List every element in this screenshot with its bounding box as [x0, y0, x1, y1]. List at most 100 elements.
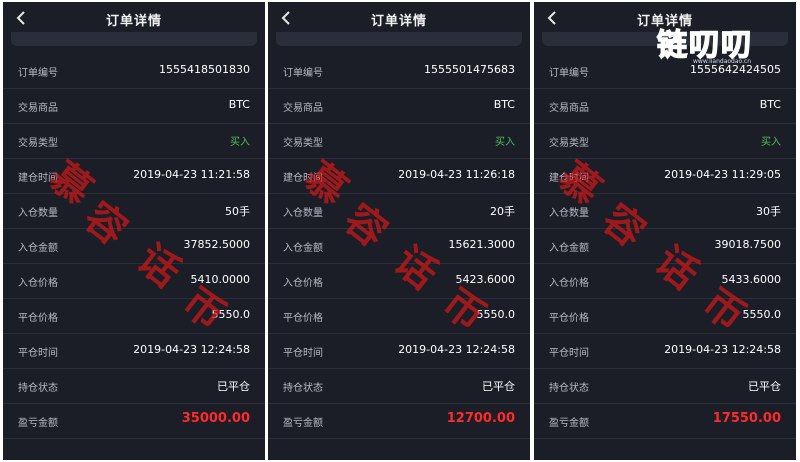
row-pnl: 盈亏金额 35000.00 [3, 404, 265, 439]
value-order-no: 1555642424505 [690, 63, 781, 76]
label-type: 交易类型 [549, 138, 589, 149]
row-type: 交易类型 买入 [534, 124, 796, 159]
row-open-qty: 入仓数量 50手 [3, 194, 265, 229]
value-open-price: 5410.0000 [190, 273, 251, 286]
order-detail-panel-3: 订单详情 订单编号 1555642424505 交易商品 BTC 交易类型 买入 建仓… [534, 2, 796, 460]
label-status: 持仓状态 [283, 383, 323, 394]
label-order-no: 订单编号 [283, 68, 323, 79]
value-close-time: 2019-04-23 12:24:58 [398, 343, 515, 356]
header-band [276, 32, 522, 46]
row-product: 交易商品 BTC [534, 89, 796, 124]
label-pnl: 盈亏金额 [283, 418, 323, 429]
order-detail-panel-2: 订单详情 订单编号 1555501475683 交易商品 BTC 交易类型 买入 建仓… [268, 2, 530, 460]
value-open-qty: 30手 [756, 205, 781, 218]
row-pnl: 盈亏金额 12700.00 [268, 404, 530, 439]
value-product: BTC [759, 98, 781, 111]
label-open-qty: 入仓数量 [549, 208, 589, 219]
header-band [11, 32, 257, 46]
value-open-qty: 20手 [490, 205, 515, 218]
row-order-no: 订单编号 1555501475683 [268, 54, 530, 89]
value-status: 已平仓 [482, 380, 515, 393]
value-close-price: 5550.0 [742, 308, 782, 321]
label-order-no: 订单编号 [18, 68, 58, 79]
detail-list: 订单编号 1555418501830 交易商品 BTC 交易类型 买入 建仓时间 201… [3, 54, 265, 439]
value-open-amount: 15621.3000 [448, 238, 515, 251]
value-open-time: 2019-04-23 11:21:58 [133, 168, 250, 181]
label-close-time: 平仓时间 [283, 348, 323, 359]
label-close-price: 平仓价格 [18, 313, 58, 324]
label-open-price: 入仓价格 [283, 278, 323, 289]
row-close-time: 平仓时间 2019-04-23 12:24:58 [3, 334, 265, 369]
row-order-no: 订单编号 1555642424505 [534, 54, 796, 89]
label-open-time: 建仓时间 [18, 173, 58, 184]
row-open-qty: 入仓数量 30手 [534, 194, 796, 229]
label-status: 持仓状态 [18, 383, 58, 394]
value-open-price: 5423.6000 [455, 273, 516, 286]
row-status: 持仓状态 已平仓 [268, 369, 530, 404]
row-open-price: 入仓价格 5410.0000 [3, 264, 265, 299]
label-type: 交易类型 [18, 138, 58, 149]
detail-list: 订单编号 1555501475683 交易商品 BTC 交易类型 买入 建仓时间 201… [268, 54, 530, 439]
row-close-price: 平仓价格 5550.0 [3, 299, 265, 334]
row-type: 交易类型 买入 [268, 124, 530, 159]
value-open-amount: 37852.5000 [183, 238, 250, 251]
detail-list: 订单编号 1555642424505 交易商品 BTC 交易类型 买入 建仓时间 201… [534, 54, 796, 439]
row-close-price: 平仓价格 5550.0 [268, 299, 530, 334]
value-open-time: 2019-04-23 11:26:18 [398, 168, 515, 181]
row-open-time: 建仓时间 2019-04-23 11:26:18 [268, 159, 530, 194]
row-close-time: 平仓时间 2019-04-23 12:24:58 [268, 334, 530, 369]
label-product: 交易商品 [18, 103, 58, 114]
value-status: 已平仓 [748, 380, 781, 393]
row-close-price: 平仓价格 5550.0 [534, 299, 796, 334]
label-type: 交易类型 [283, 138, 323, 149]
label-product: 交易商品 [283, 103, 323, 114]
row-order-no: 订单编号 1555418501830 [3, 54, 265, 89]
page-title: 订单详情 [636, 14, 693, 29]
row-open-amount: 入仓金额 37852.5000 [3, 229, 265, 264]
label-close-time: 平仓时间 [18, 348, 58, 359]
value-open-time: 2019-04-23 11:29:05 [664, 168, 781, 181]
row-status: 持仓状态 已平仓 [534, 369, 796, 404]
row-open-time: 建仓时间 2019-04-23 11:21:58 [3, 159, 265, 194]
label-open-price: 入仓价格 [18, 278, 58, 289]
row-open-amount: 入仓金额 15621.3000 [268, 229, 530, 264]
label-order-no: 订单编号 [549, 68, 589, 79]
value-pnl: 35000.00 [181, 411, 250, 426]
label-open-time: 建仓时间 [549, 173, 589, 184]
value-type: 买入 [495, 137, 515, 148]
row-pnl: 盈亏金额 17550.00 [534, 404, 796, 439]
row-open-price: 入仓价格 5433.6000 [534, 264, 796, 299]
label-pnl: 盈亏金额 [549, 418, 589, 429]
value-product: BTC [493, 98, 515, 111]
label-status: 持仓状态 [549, 383, 589, 394]
value-open-price: 5433.6000 [721, 273, 782, 286]
label-close-time: 平仓时间 [549, 348, 589, 359]
label-pnl: 盈亏金额 [18, 418, 58, 429]
row-open-time: 建仓时间 2019-04-23 11:29:05 [534, 159, 796, 194]
value-order-no: 1555418501830 [159, 63, 250, 76]
value-status: 已平仓 [217, 380, 250, 393]
value-open-amount: 39018.7500 [714, 238, 781, 251]
value-product: BTC [228, 98, 250, 111]
row-open-amount: 入仓金额 39018.7500 [534, 229, 796, 264]
value-order-no: 1555501475683 [424, 63, 515, 76]
header-band [542, 32, 788, 46]
value-type: 买入 [761, 137, 781, 148]
label-open-qty: 入仓数量 [18, 208, 58, 219]
label-open-qty: 入仓数量 [283, 208, 323, 219]
value-close-time: 2019-04-23 12:24:58 [133, 343, 250, 356]
label-open-amount: 入仓金额 [18, 243, 58, 254]
page-title: 订单详情 [370, 14, 427, 29]
row-product: 交易商品 BTC [268, 89, 530, 124]
value-pnl: 12700.00 [446, 411, 515, 426]
value-close-time: 2019-04-23 12:24:58 [664, 343, 781, 356]
value-close-price: 5550.0 [211, 308, 251, 321]
row-type: 交易类型 买入 [3, 124, 265, 159]
row-open-qty: 入仓数量 20手 [268, 194, 530, 229]
value-close-price: 5550.0 [476, 308, 516, 321]
page-title: 订单详情 [105, 14, 162, 29]
label-open-price: 入仓价格 [549, 278, 589, 289]
label-close-price: 平仓价格 [549, 313, 589, 324]
value-type: 买入 [230, 137, 250, 148]
label-open-amount: 入仓金额 [283, 243, 323, 254]
